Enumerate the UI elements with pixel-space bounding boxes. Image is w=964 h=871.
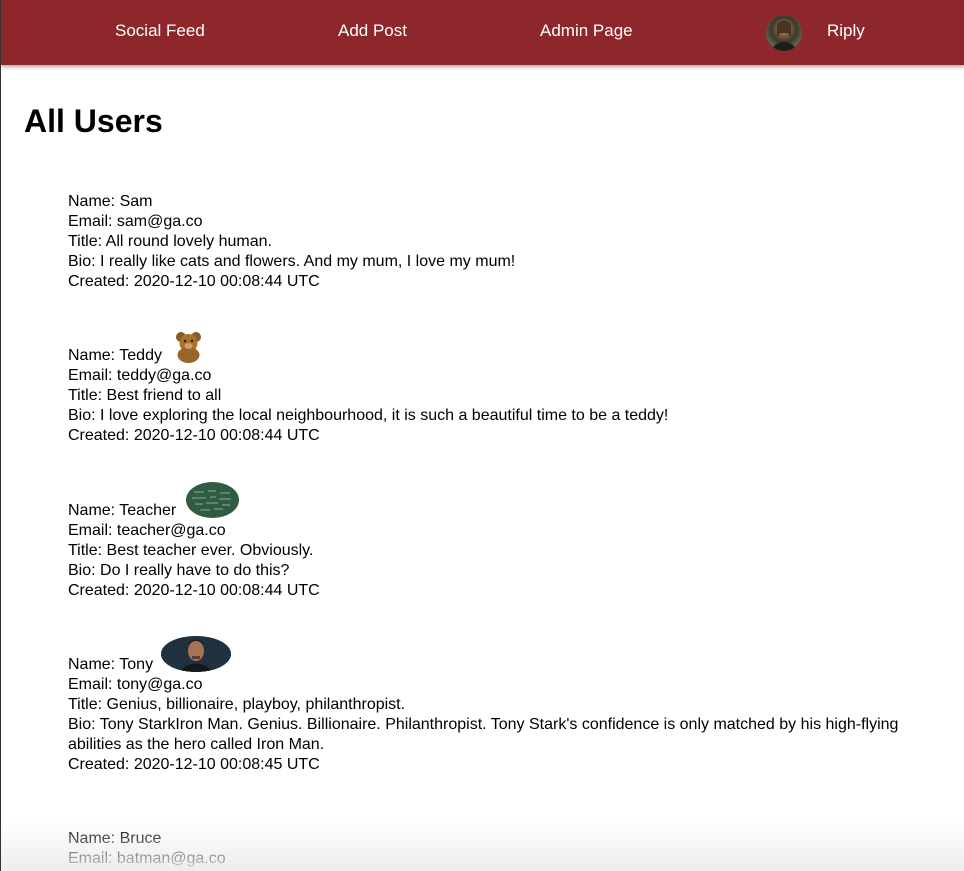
app-window: Social Feed Add Post Admin Page Riply Al… [0, 0, 964, 871]
user-card: Name: Sam Email: sam@ga.co Title: All ro… [68, 192, 948, 292]
user-card: Name: Teacher Email: teacher@ga.co Title… [68, 482, 948, 601]
user-avatar-icon[interactable] [766, 15, 802, 51]
user-email: Email: teacher@ga.co [68, 522, 226, 539]
user-created: Created: 2020-12-10 00:08:45 UTC [68, 756, 320, 773]
user-card: Name: Tony Email: tony@ga.co Title: Geni… [68, 636, 948, 775]
user-email: Email: tony@ga.co [68, 676, 203, 693]
chalkboard-icon [186, 482, 239, 518]
teddy-bear-icon [172, 329, 206, 363]
user-email: Email: batman@ga.co [68, 850, 226, 867]
user-title: Title: Best friend to all [68, 387, 222, 404]
person-photo-icon [161, 636, 231, 672]
user-created: Created: 2020-12-10 00:08:44 UTC [68, 427, 320, 444]
user-title: Title: All round lovely human. [68, 233, 272, 250]
nav-admin-page-link[interactable]: Admin Page [540, 20, 633, 42]
user-created: Created: 2020-12-10 00:08:44 UTC [68, 273, 320, 290]
user-name: Name: Sam [68, 193, 153, 210]
nav-profile-link[interactable]: Riply [827, 20, 865, 42]
user-bio: Bio: I really like cats and flowers. And… [68, 253, 516, 270]
nav-add-post-link[interactable]: Add Post [338, 20, 407, 42]
user-card: Name: Teddy Email: teddy@ga.co Title: Be… [68, 332, 948, 446]
user-card: Name: Bruce Email: batman@ga.co [68, 829, 948, 869]
user-bio: Bio: I love exploring the local neighbou… [68, 407, 669, 424]
top-navbar: Social Feed Add Post Admin Page Riply [1, 0, 964, 65]
user-title: Title: Best teacher ever. Obviously. [68, 542, 314, 559]
user-email: Email: teddy@ga.co [68, 367, 212, 384]
user-title: Title: Genius, billionaire, playboy, phi… [68, 696, 406, 713]
user-bio: Bio: Do I really have to do this? [68, 562, 290, 579]
page-title: All Users [24, 103, 163, 139]
user-email: Email: sam@ga.co [68, 213, 203, 230]
nav-social-feed-link[interactable]: Social Feed [115, 20, 205, 42]
user-created: Created: 2020-12-10 00:08:44 UTC [68, 582, 320, 599]
user-bio: Bio: Tony StarkIron Man. Genius. Billion… [68, 716, 899, 753]
user-name: Name: Bruce [68, 830, 162, 847]
